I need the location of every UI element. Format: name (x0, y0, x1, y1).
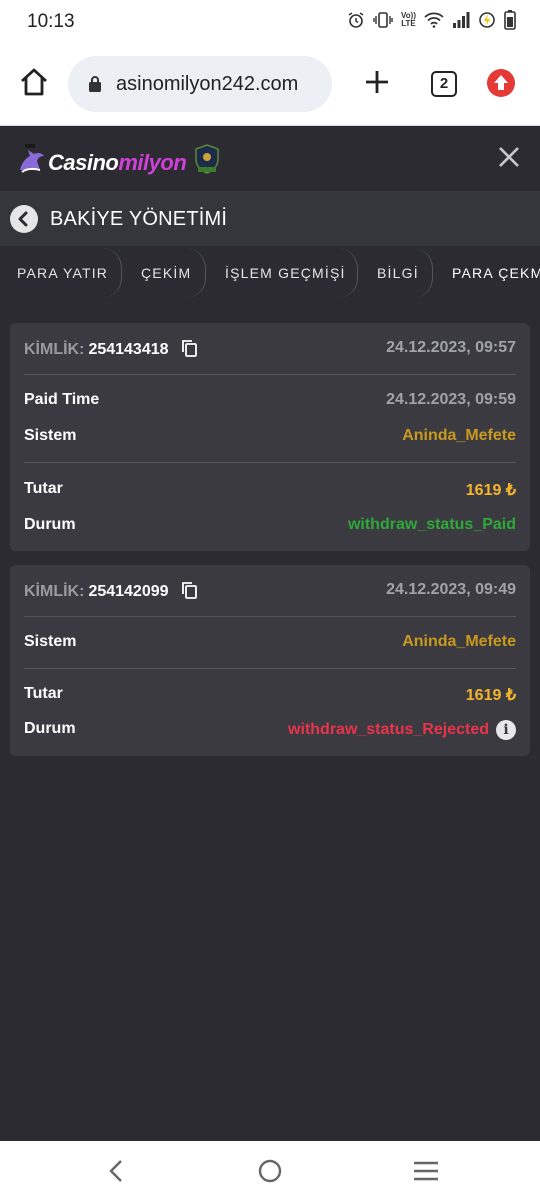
back-button[interactable] (10, 205, 38, 233)
status-label: Durum (24, 720, 76, 737)
tab-para-cekme[interactable]: PARA ÇEKM (452, 246, 540, 300)
lock-icon (88, 75, 102, 98)
tab-switcher-button[interactable]: 2 (431, 71, 457, 97)
transaction-date: 24.12.2023, 09:49 (386, 581, 516, 598)
transaction-id-row: KİMLİK: 254142099 24.12.2023, 09:49 (24, 581, 516, 605)
system-row: Sistem Aninda_Mefete (24, 633, 516, 657)
page-header: BAKİYE YÖNETİMİ (0, 192, 540, 246)
tab-divider (102, 248, 122, 298)
arrow-up-icon (494, 75, 508, 90)
balance-tabs: PARA YATIR ÇEKİM İŞLEM GEÇMİŞİ BİLGİ PAR… (0, 246, 540, 300)
paid-time-label: Paid Time (24, 391, 100, 408)
site-logo[interactable]: Casino milyon (16, 140, 187, 176)
info-icon[interactable]: i (496, 720, 516, 740)
paid-time-value: 24.12.2023, 09:59 (386, 391, 516, 408)
volte-icon: Vo)) LTE (401, 11, 416, 28)
vibrate-icon (373, 11, 393, 29)
status-row: Durum withdraw_status_Paid (24, 516, 516, 540)
copy-icon[interactable] (181, 581, 197, 604)
amount-row: Tutar 1619 ₺ (24, 685, 516, 709)
transaction-id-row: KİMLİK: 254143418 24.12.2023, 09:57 (24, 339, 516, 363)
system-label: Sistem (24, 427, 77, 444)
transaction-id: 254142099 (88, 583, 169, 600)
close-button[interactable] (497, 145, 521, 169)
system-value: Aninda_Mefete (402, 633, 516, 650)
chevron-left-icon (18, 211, 28, 227)
alarm-icon (347, 11, 365, 29)
url-text: asinomilyon242.com (116, 73, 299, 95)
update-button[interactable] (487, 69, 515, 97)
status-time: 10:13 (27, 11, 75, 32)
data-saver-icon (478, 11, 496, 29)
divider (24, 668, 516, 669)
transaction-card: KİMLİK: 254143418 24.12.2023, 09:57 Paid … (10, 323, 530, 551)
nav-recents-icon (414, 1161, 438, 1181)
close-icon (499, 147, 519, 167)
system-value: Aninda_Mefete (402, 427, 516, 444)
address-bar[interactable]: asinomilyon242.com (68, 56, 332, 112)
nav-recents-button[interactable] (413, 1161, 439, 1186)
shield-badge-icon (195, 144, 219, 174)
tab-divider (413, 248, 433, 298)
brand-prefix: Casino (48, 150, 119, 175)
amount-label: Tutar (24, 480, 63, 497)
tab-cekim[interactable]: ÇEKİM (141, 246, 191, 300)
divider (24, 462, 516, 463)
status-value: withdraw_status_Rejected (288, 721, 489, 738)
brand-suffix: milyon (118, 150, 187, 175)
amount-row: Tutar 1619 ₺ (24, 480, 516, 504)
page-title: BAKİYE YÖNETİMİ (50, 208, 228, 230)
license-badge (194, 144, 220, 174)
status-bar: 10:13 Vo)) LTE (0, 0, 540, 44)
status-label: Durum (24, 516, 76, 533)
status-row: Durum withdraw_status_Rejected i (24, 720, 516, 744)
divider (24, 374, 516, 375)
nav-home-icon (258, 1159, 282, 1183)
copy-icon[interactable] (181, 339, 197, 362)
signal-icon (452, 12, 470, 28)
system-label: Sistem (24, 633, 77, 650)
amount-value: 1619 ₺ (465, 687, 516, 704)
browser-toolbar: asinomilyon242.com 2 (0, 44, 540, 126)
tab-para-yatir[interactable]: PARA YATIR (17, 246, 108, 300)
tab-divider (186, 248, 206, 298)
home-button[interactable] (18, 66, 50, 98)
status-value: withdraw_status_Paid (347, 516, 516, 533)
nav-back-icon (109, 1160, 122, 1182)
system-row: Sistem Aninda_Mefete (24, 427, 516, 451)
new-tab-button[interactable] (363, 68, 391, 96)
divider (24, 616, 516, 617)
site-header: Casino milyon (0, 126, 540, 192)
system-nav-bar (0, 1141, 540, 1200)
transaction-date: 24.12.2023, 09:57 (386, 339, 516, 356)
transaction-id: 254143418 (88, 341, 169, 358)
paid-time-row: Paid Time 24.12.2023, 09:59 (24, 391, 516, 415)
amount-label: Tutar (24, 685, 63, 702)
amount-value: 1619 ₺ (465, 482, 516, 499)
wifi-icon (424, 12, 444, 28)
plus-icon (366, 71, 388, 93)
nav-home-button[interactable] (258, 1159, 282, 1188)
battery-icon (504, 10, 516, 30)
home-icon (21, 68, 47, 96)
tab-islem-gecmisi[interactable]: İŞLEM GEÇMİŞİ (225, 246, 346, 300)
status-icons: Vo)) LTE (347, 10, 516, 30)
nav-back-button[interactable] (104, 1159, 128, 1188)
id-label: KİMLİK: (24, 583, 85, 600)
mascot-icon (20, 144, 44, 173)
tab-divider (338, 248, 358, 298)
id-label: KİMLİK: (24, 341, 85, 358)
transaction-card: KİMLİK: 254142099 24.12.2023, 09:49 Siste… (10, 565, 530, 756)
